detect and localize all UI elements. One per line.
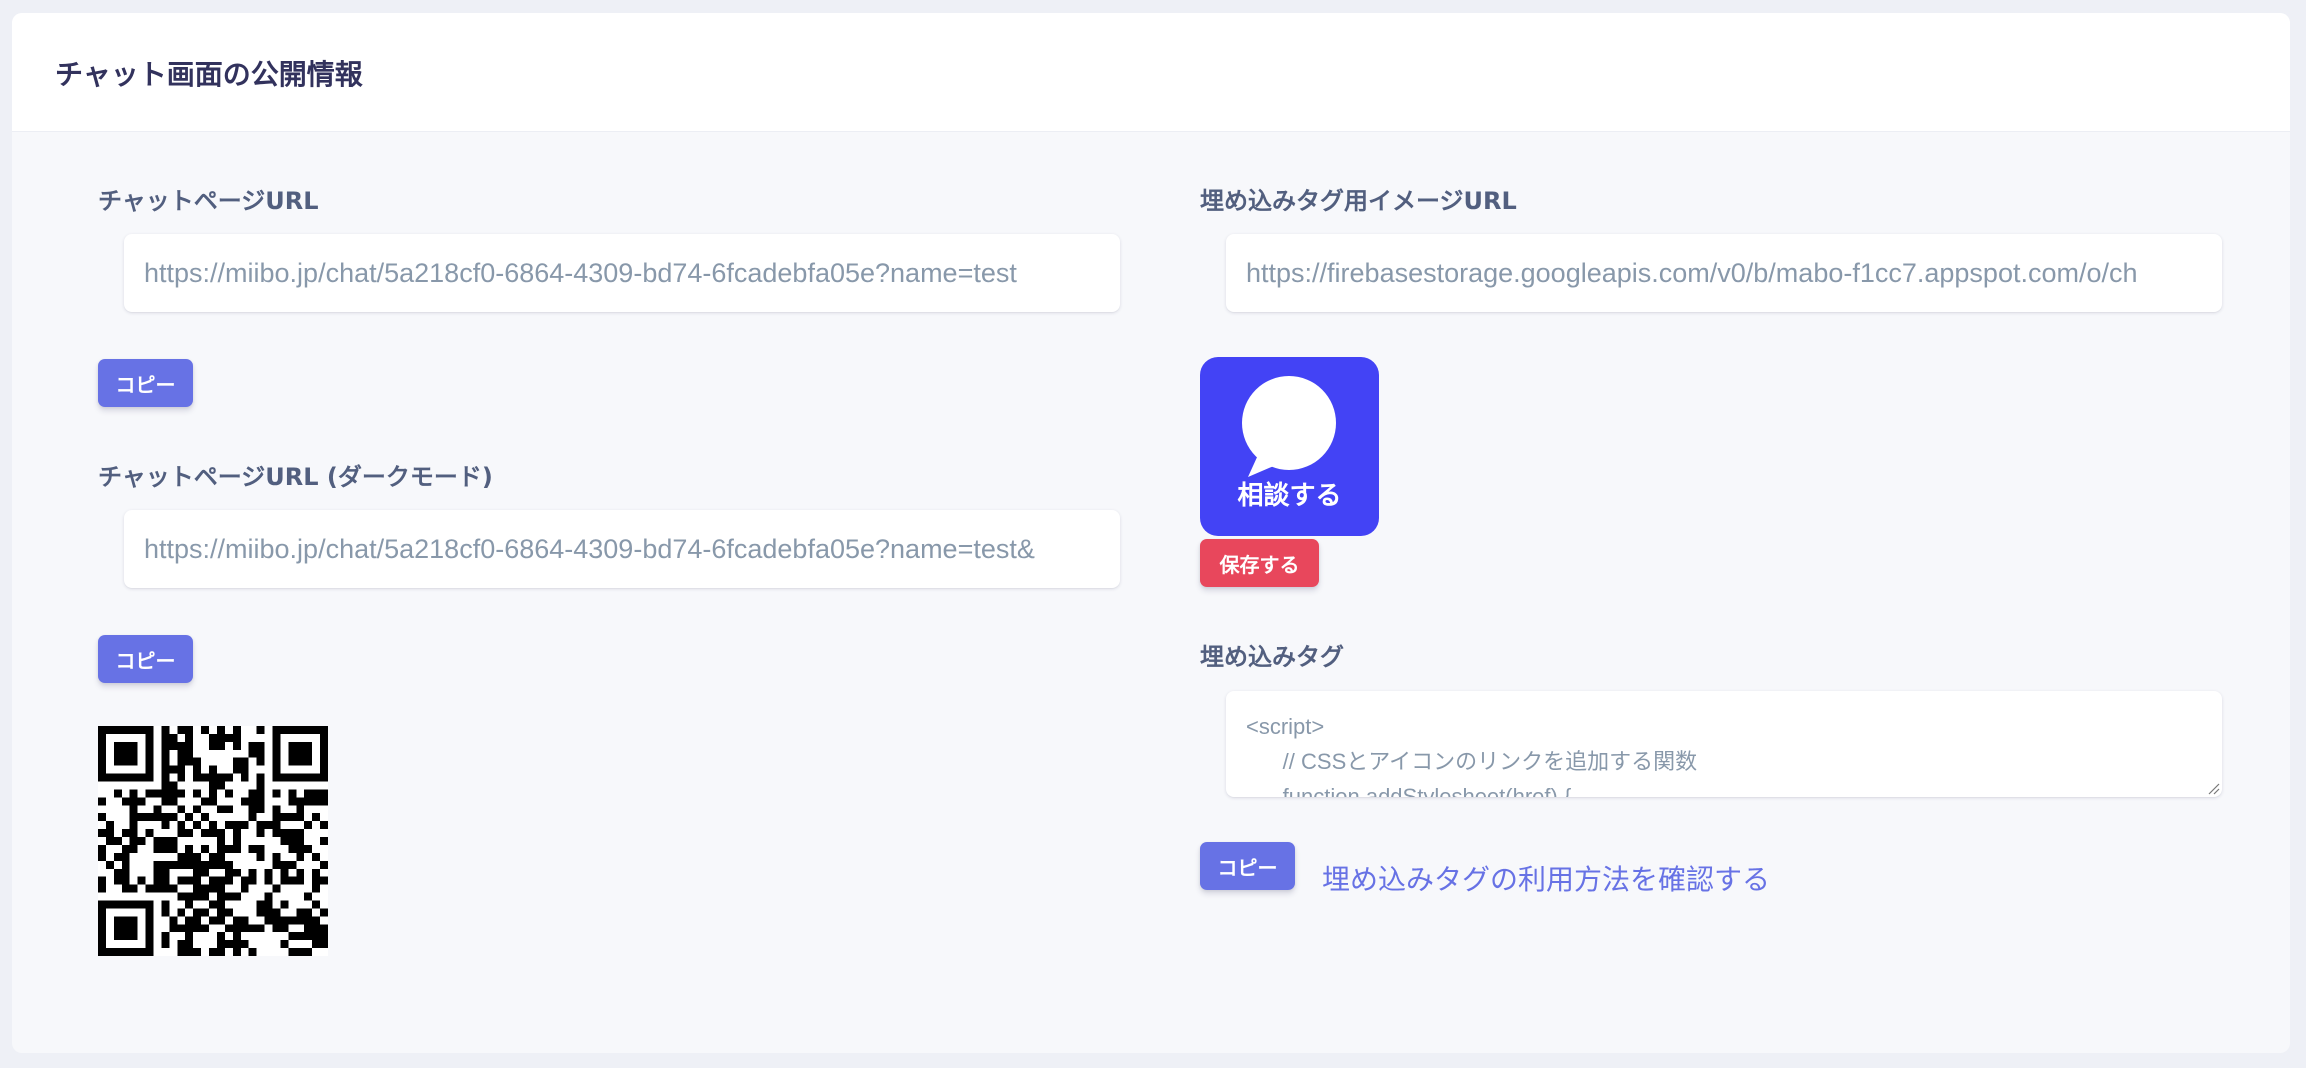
chat-url-field-box [124,234,1120,312]
chat-icon-label: 相談する [1237,481,1342,511]
dark-url-input[interactable] [144,533,1100,565]
copy-embed-tag-button[interactable]: コピー [1200,842,1295,890]
chat-icon-preview: 相談する [1200,357,1379,536]
card-header: チャット画面の公開情報 [12,13,2290,132]
chat-publish-card: チャット画面の公開情報 チャットページURL コピー チャットページURL (ダ… [12,13,2290,1053]
embed-tag-label: 埋め込みタグ [1200,643,1344,671]
image-url-input[interactable] [1246,257,2202,289]
image-url-label: 埋め込みタグ用イメージURL [1200,187,1517,215]
embed-tag-help-link[interactable]: 埋め込みタグの利用方法を確認する [1322,858,1770,898]
page-title: チャット画面の公開情報 [55,58,363,91]
copy-chat-url-button[interactable]: コピー [98,359,193,407]
dark-url-label: チャットページURL (ダークモード) [98,463,493,491]
embed-tag-textarea[interactable]: <script> // CSSとアイコンのリンクを追加する関数 function… [1226,691,2222,797]
qr-code [98,726,328,956]
resize-handle-icon[interactable] [2206,781,2220,795]
save-button[interactable]: 保存する [1200,539,1319,587]
embed-tag-code: <script> // CSSとアイコンのリンクを追加する関数 function… [1246,714,1698,797]
image-url-field-box [1226,234,2222,312]
copy-dark-url-button[interactable]: コピー [98,635,193,683]
dark-url-field-box [124,510,1120,588]
chat-url-input[interactable] [144,257,1100,289]
chat-url-label: チャットページURL [98,187,319,215]
